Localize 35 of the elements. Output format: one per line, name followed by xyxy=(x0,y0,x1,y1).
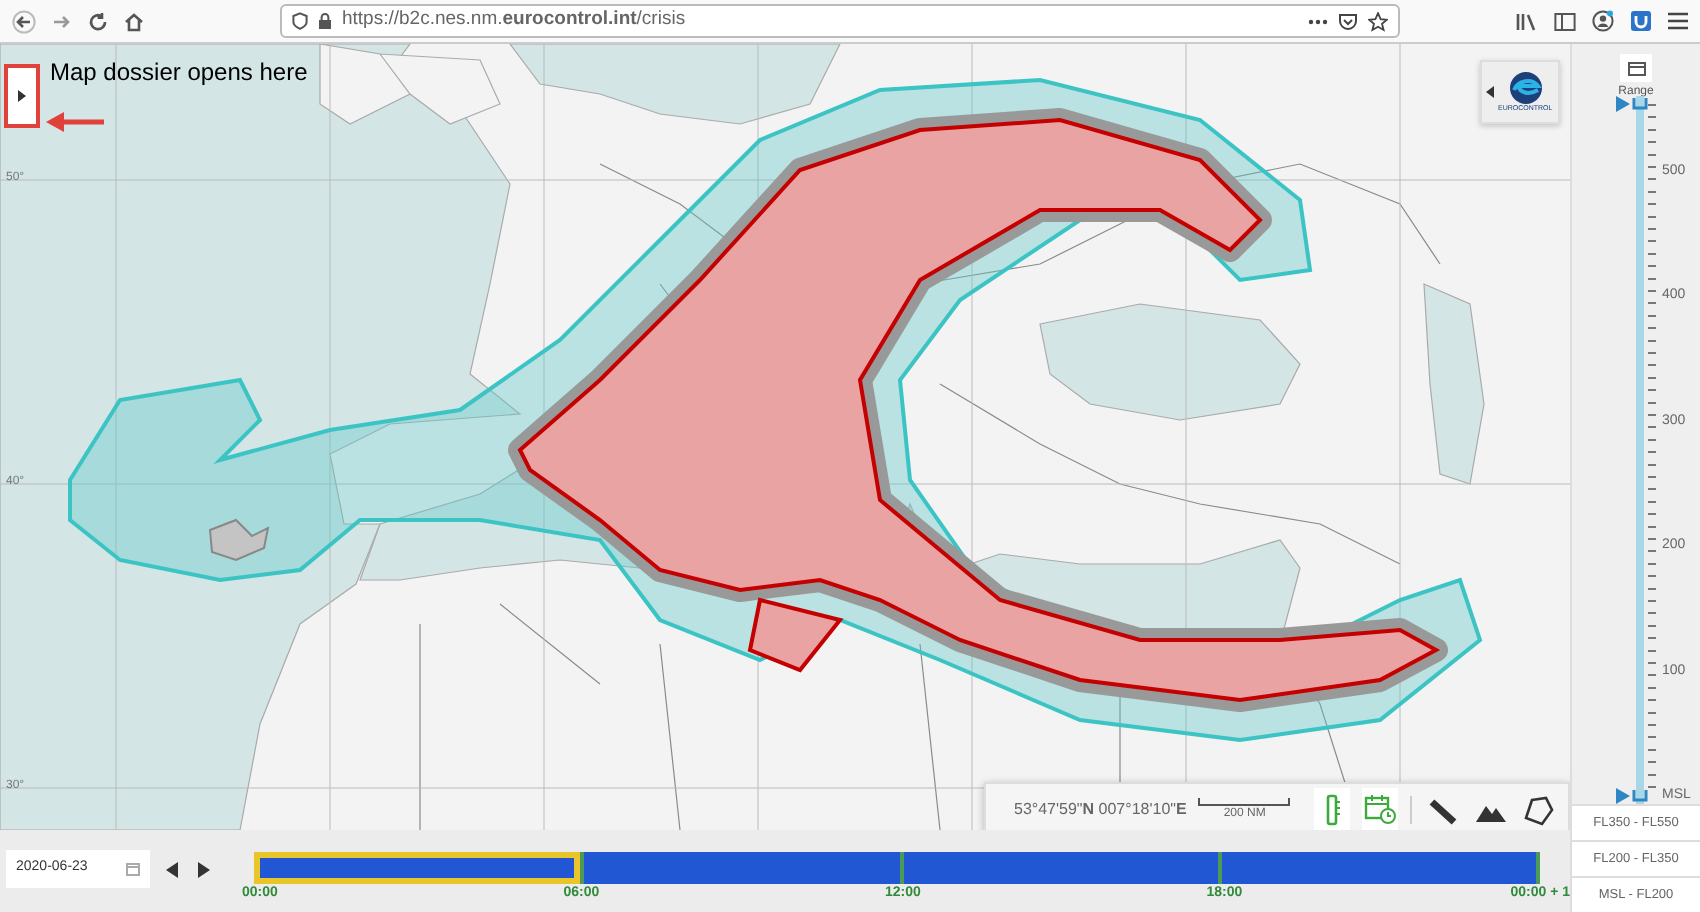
extension-icon[interactable] xyxy=(1630,10,1652,32)
reload-icon[interactable] xyxy=(88,11,108,31)
left-triangle-icon xyxy=(166,861,178,877)
altitude-gauge-tool-button[interactable] xyxy=(1314,788,1351,830)
back-arrow-icon[interactable] xyxy=(12,9,36,33)
logo-icon xyxy=(1507,70,1544,107)
coordinates-text: 53°47'59"N 007°18'10"E xyxy=(1014,798,1187,822)
ash-cloud-patch xyxy=(208,518,270,562)
timeline-segment[interactable] xyxy=(254,852,581,884)
star-icon[interactable] xyxy=(1368,11,1388,31)
right-triangle-icon xyxy=(198,861,210,877)
more-options-icon[interactable] xyxy=(1308,17,1328,25)
panel-toggle-button[interactable] xyxy=(1620,54,1652,82)
save-page-icon[interactable] xyxy=(1338,11,1358,31)
dossier-toggle-button[interactable] xyxy=(4,64,40,128)
annotation-text: Map dossier opens here xyxy=(50,56,308,90)
range-handle[interactable] xyxy=(1616,96,1648,112)
shield-icon xyxy=(292,12,308,30)
lock-icon xyxy=(318,12,332,30)
home-icon[interactable] xyxy=(124,11,144,31)
range-handle[interactable] xyxy=(1616,788,1648,804)
polygon-icon xyxy=(1523,795,1554,825)
calendar-clock-tool-button[interactable] xyxy=(1362,788,1399,830)
forward-arrow-icon[interactable] xyxy=(52,11,72,31)
url-field[interactable]: https://b2c.nes.nm.eurocontrol.int/crisis xyxy=(280,4,1400,38)
caret-icon xyxy=(18,90,26,102)
library-icon[interactable] xyxy=(1516,11,1538,31)
url-text: https://b2c.nes.nm.eurocontrol.int/crisis xyxy=(342,6,686,35)
ruler-icon xyxy=(1427,795,1458,825)
account-icon[interactable] xyxy=(1592,10,1614,32)
sidebar-icon[interactable] xyxy=(1554,11,1576,31)
annotation-arrow xyxy=(46,112,106,132)
window-icon xyxy=(1627,61,1645,75)
range-slider-track[interactable] xyxy=(1612,96,1648,804)
menu-icon[interactable] xyxy=(1668,12,1688,30)
